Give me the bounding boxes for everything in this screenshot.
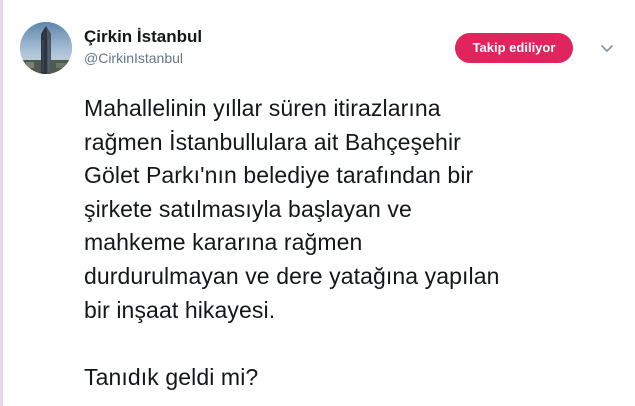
user-handle[interactable]: @CirkinIstanbul xyxy=(84,49,202,67)
following-button[interactable]: Takip ediliyor xyxy=(455,33,573,63)
tweet-text: Mahallelinin yıllar süren itirazlarına r… xyxy=(84,95,500,390)
user-info[interactable]: Çirkin İstanbul @CirkinIstanbul xyxy=(84,27,202,67)
display-name[interactable]: Çirkin İstanbul xyxy=(84,27,202,47)
left-accent-bar xyxy=(0,0,3,406)
avatar[interactable] xyxy=(20,22,72,74)
chevron-down-icon[interactable] xyxy=(600,41,614,55)
skyscraper-photo-icon xyxy=(20,22,72,74)
tweet-card: Çirkin İstanbul @CirkinIstanbul Takip ed… xyxy=(0,0,635,406)
